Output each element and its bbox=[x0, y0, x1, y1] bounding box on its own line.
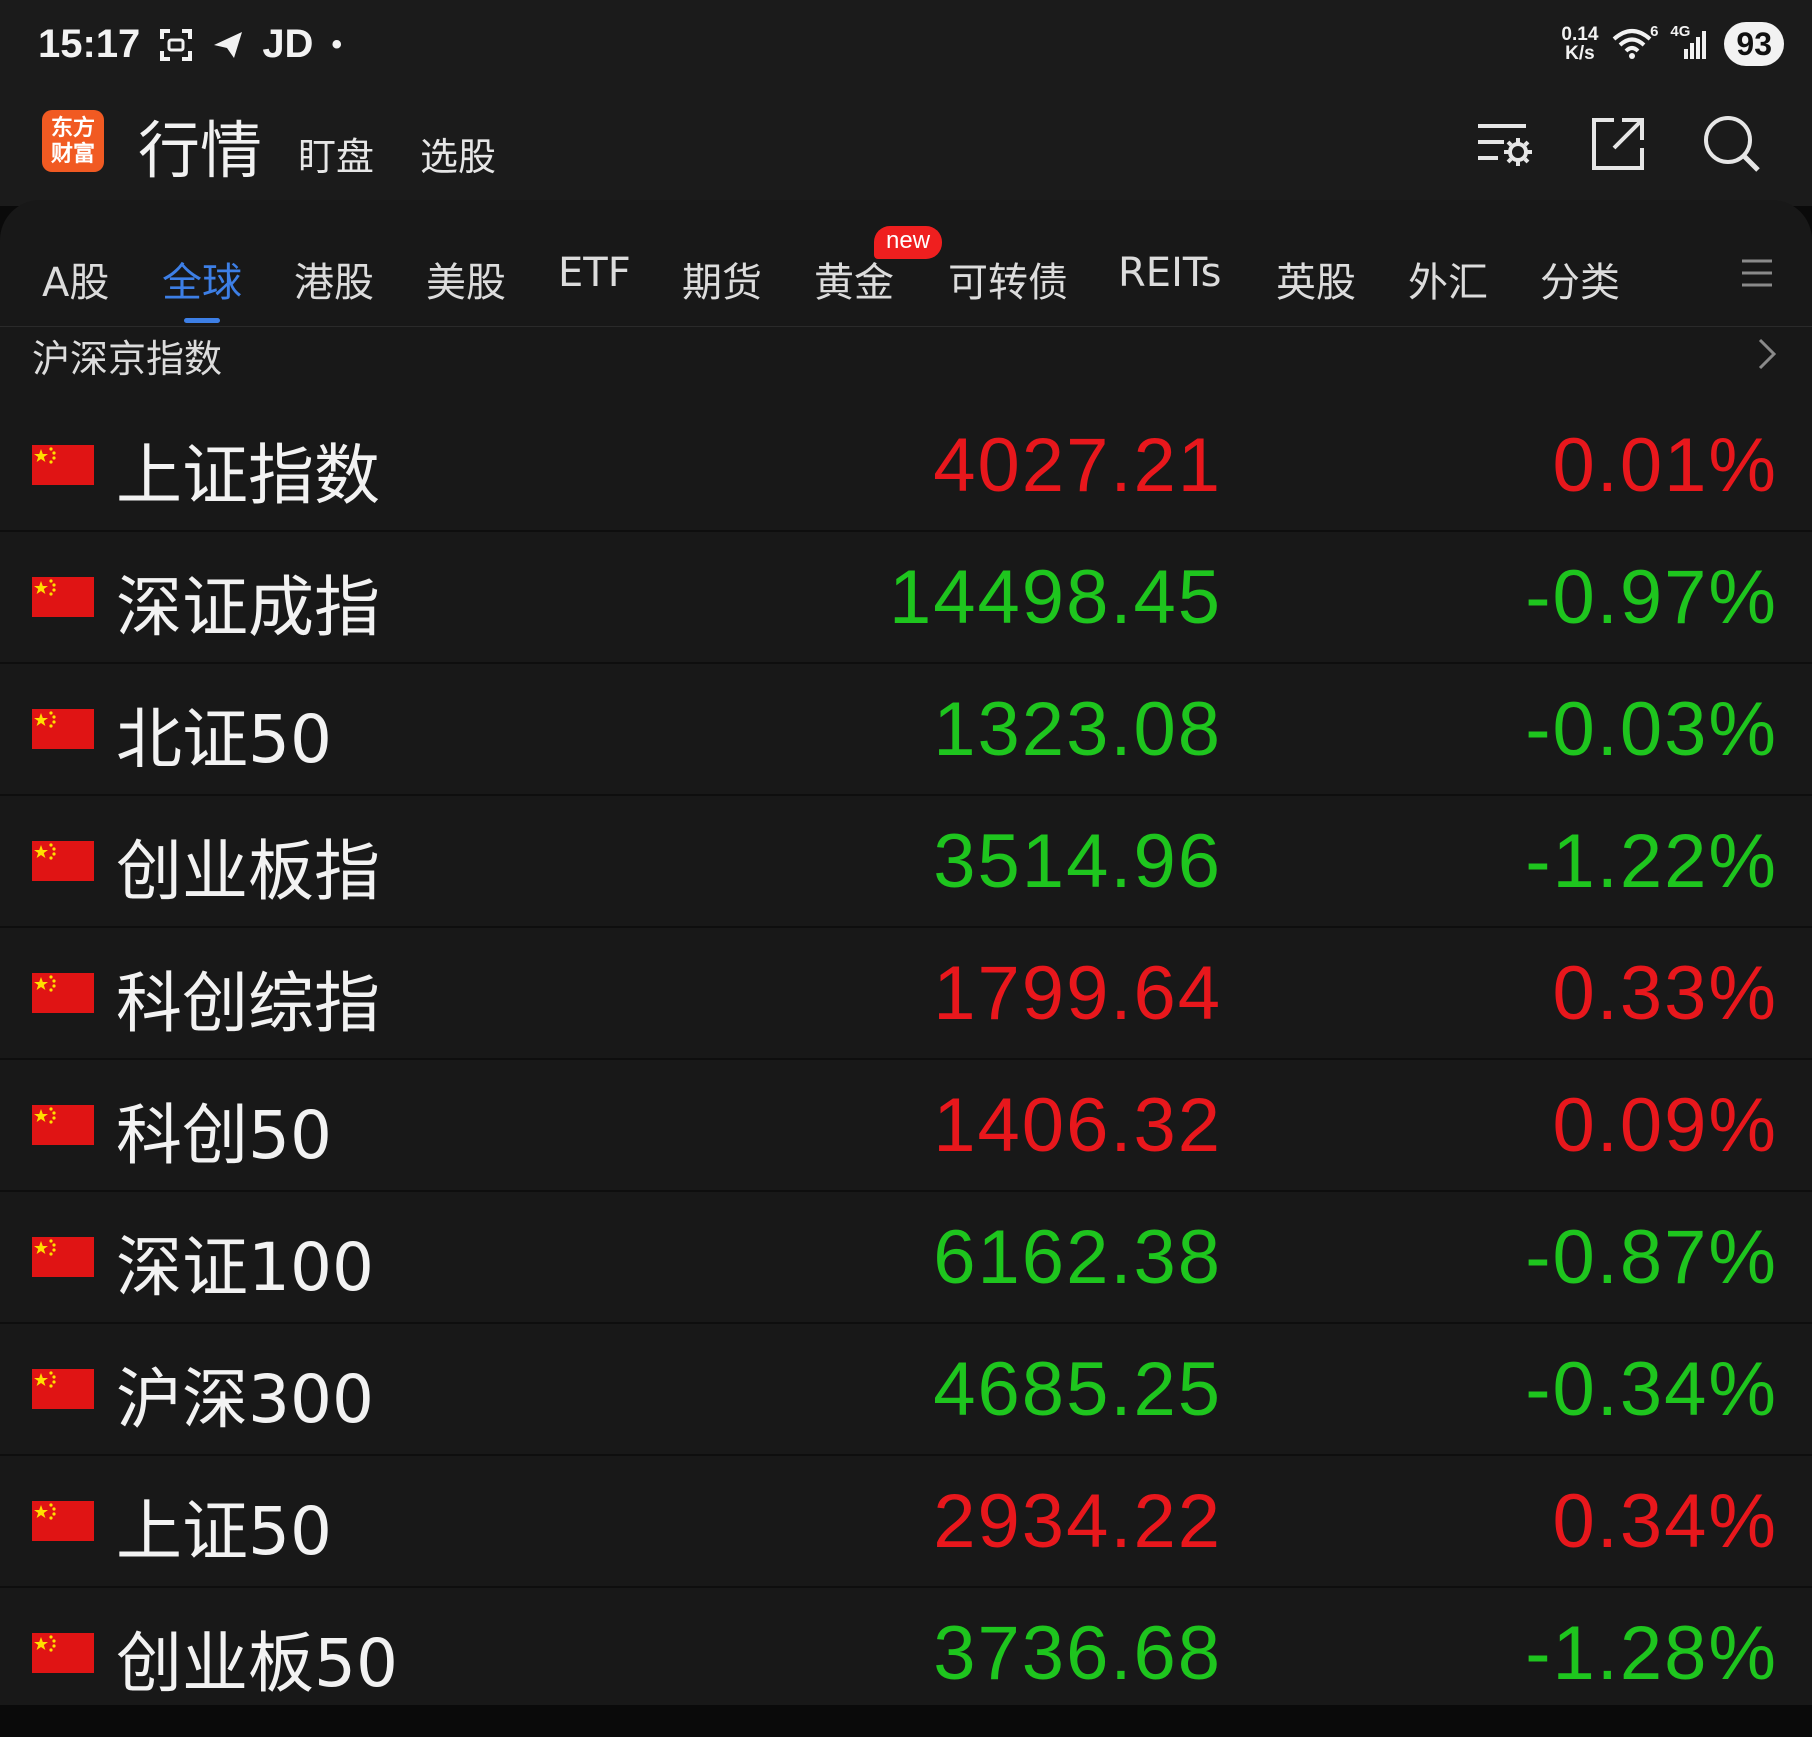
chevron-right-icon bbox=[1756, 334, 1780, 374]
tab-convertible-bonds[interactable]: 可转债 bbox=[948, 250, 1068, 308]
tab-global[interactable]: 全球 bbox=[162, 250, 242, 308]
index-name: 沪深300 bbox=[116, 1361, 374, 1438]
index-change: -1.22% bbox=[1525, 819, 1778, 904]
index-row[interactable]: 沪深300 4685.25 -0.34% bbox=[0, 1324, 1812, 1456]
index-change: 0.09% bbox=[1552, 1083, 1778, 1168]
index-value: 14498.45 bbox=[889, 555, 1222, 640]
share-icon[interactable] bbox=[1588, 114, 1648, 174]
china-flag-icon bbox=[32, 577, 94, 617]
index-name: 创业板50 bbox=[116, 1625, 398, 1702]
index-name: 北证50 bbox=[116, 701, 332, 778]
china-flag-icon bbox=[32, 445, 94, 485]
index-value: 6162.38 bbox=[933, 1215, 1222, 1300]
index-change: -0.87% bbox=[1525, 1215, 1778, 1300]
battery-indicator: 93 bbox=[1724, 22, 1784, 66]
index-change: -0.34% bbox=[1525, 1347, 1778, 1432]
logo-line1: 东方 bbox=[50, 115, 95, 141]
market-panel: A股 全球 港股 美股 ETF 期货 黄金 new 可转债 REITs 英股 外… bbox=[0, 200, 1812, 1705]
tab-reits[interactable]: REITs bbox=[1118, 250, 1222, 296]
wifi-label: 6 bbox=[1650, 23, 1659, 40]
china-flag-icon bbox=[32, 1633, 94, 1673]
status-dot: • bbox=[331, 27, 342, 61]
net-speed-unit: K/s bbox=[1565, 43, 1595, 64]
index-row[interactable]: 科创综指 1799.64 0.33% bbox=[0, 928, 1812, 1060]
index-row[interactable]: 创业板指 3514.96 -1.22% bbox=[0, 796, 1812, 928]
index-change: -1.28% bbox=[1525, 1611, 1778, 1696]
china-flag-icon bbox=[32, 841, 94, 881]
index-row[interactable]: 深证成指 14498.45 -0.97% bbox=[0, 532, 1812, 664]
index-value: 4027.21 bbox=[933, 423, 1222, 508]
tab-forex[interactable]: 外汇 bbox=[1408, 250, 1488, 308]
wifi-icon: 6 bbox=[1612, 23, 1658, 61]
page-title[interactable]: 行情 bbox=[138, 100, 262, 190]
china-flag-icon bbox=[32, 709, 94, 749]
index-change: -0.03% bbox=[1525, 687, 1778, 772]
logo-line2: 财富 bbox=[50, 141, 95, 167]
china-flag-icon bbox=[32, 1501, 94, 1541]
index-name: 深证100 bbox=[116, 1229, 374, 1306]
app-header: 东方 财富 行情 盯盘 选股 bbox=[0, 96, 1812, 206]
header-tab-watch[interactable]: 盯盘 bbox=[298, 126, 374, 181]
index-value: 1406.32 bbox=[933, 1083, 1222, 1168]
index-row[interactable]: 科创50 1406.32 0.09% bbox=[0, 1060, 1812, 1192]
section-title: 沪深京指数 bbox=[32, 337, 223, 381]
index-name: 科创50 bbox=[116, 1097, 332, 1174]
index-value: 1323.08 bbox=[933, 687, 1222, 772]
index-row[interactable]: 创业板50 3736.68 -1.28% bbox=[0, 1588, 1812, 1705]
china-flag-icon bbox=[32, 1105, 94, 1145]
tab-a-shares[interactable]: A股 bbox=[42, 250, 109, 308]
search-icon[interactable] bbox=[1702, 114, 1762, 174]
market-tabs: A股 全球 港股 美股 ETF 期货 黄金 new 可转债 REITs 英股 外… bbox=[0, 200, 1812, 327]
index-change: -0.97% bbox=[1525, 555, 1778, 640]
cell-signal-icon: 4G bbox=[1670, 23, 1710, 61]
net-speed-value: 0.14 bbox=[1561, 24, 1599, 45]
index-row[interactable]: 深证100 6162.38 -0.87% bbox=[0, 1192, 1812, 1324]
index-row[interactable]: 上证指数 4027.21 0.01% bbox=[0, 400, 1812, 532]
list-settings-icon[interactable] bbox=[1474, 114, 1534, 174]
index-value: 3736.68 bbox=[933, 1611, 1222, 1696]
index-value: 1799.64 bbox=[933, 951, 1222, 1036]
menu-icon[interactable] bbox=[1740, 256, 1774, 290]
index-name: 创业板指 bbox=[116, 833, 380, 910]
china-flag-icon bbox=[32, 973, 94, 1013]
section-header[interactable]: 沪深京指数 bbox=[32, 326, 1780, 386]
index-value: 3514.96 bbox=[933, 819, 1222, 904]
screenshot-icon bbox=[158, 27, 194, 63]
index-row[interactable]: 北证50 1323.08 -0.03% bbox=[0, 664, 1812, 796]
index-change: 0.01% bbox=[1552, 423, 1778, 508]
status-carrier: JD bbox=[262, 22, 314, 66]
tab-hk-stocks[interactable]: 港股 bbox=[294, 250, 374, 308]
header-tab-screener[interactable]: 选股 bbox=[420, 126, 496, 181]
tab-futures[interactable]: 期货 bbox=[682, 250, 762, 308]
index-name: 深证成指 bbox=[116, 569, 380, 646]
status-right: 0.14 K/s 6 4G 93 bbox=[1561, 22, 1784, 66]
status-left: 15:17 JD • bbox=[38, 22, 342, 67]
net-speed: 0.14 K/s bbox=[1561, 25, 1598, 63]
index-value: 2934.22 bbox=[933, 1479, 1222, 1564]
index-row[interactable]: 上证50 2934.22 0.34% bbox=[0, 1456, 1812, 1588]
tab-us-stocks[interactable]: 美股 bbox=[426, 250, 506, 308]
tab-categories[interactable]: 分类 bbox=[1540, 250, 1620, 308]
active-tab-underline bbox=[184, 318, 220, 323]
tab-uk-stocks[interactable]: 英股 bbox=[1276, 250, 1356, 308]
index-name: 上证指数 bbox=[116, 437, 380, 514]
index-list: 上证指数 4027.21 0.01% 深证成指 14498.45 -0.97% 北证50 13… bbox=[0, 400, 1812, 1705]
tab-etf[interactable]: ETF bbox=[558, 250, 631, 296]
index-change: 0.33% bbox=[1552, 951, 1778, 1036]
index-value: 4685.25 bbox=[933, 1347, 1222, 1432]
china-flag-icon bbox=[32, 1369, 94, 1409]
paper-plane-icon bbox=[212, 29, 244, 61]
new-badge: new bbox=[874, 226, 943, 259]
index-change: 0.34% bbox=[1552, 1479, 1778, 1564]
china-flag-icon bbox=[32, 1237, 94, 1277]
status-time: 15:17 bbox=[38, 22, 141, 66]
app-logo[interactable]: 东方 财富 bbox=[42, 110, 104, 172]
index-name: 上证50 bbox=[116, 1493, 332, 1570]
index-name: 科创综指 bbox=[116, 965, 380, 1042]
status-bar: 15:17 JD • 0.14 K/s 6 4G 93 bbox=[0, 0, 1812, 96]
